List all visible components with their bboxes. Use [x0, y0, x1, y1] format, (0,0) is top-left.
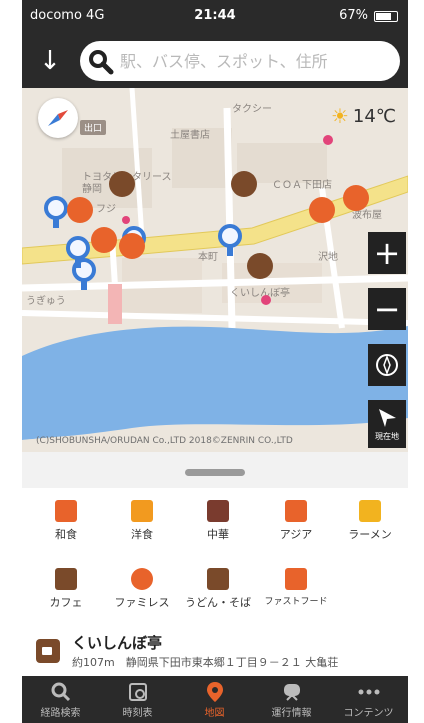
map-label: 波布屋 [352, 210, 382, 221]
category-washoku[interactable]: 和食 [28, 488, 104, 548]
chuka-icon [207, 500, 229, 522]
bezel-left [0, 0, 22, 723]
category-grid: 和食 洋食 中華 アジア ラーメン カフェ ファミレス うどん・そば ファストフ… [22, 488, 408, 628]
map-label: フジ [96, 204, 116, 215]
status-bar: docomo 4G 21:44 67% [22, 0, 408, 34]
zoom-out-button[interactable]: − [368, 288, 406, 330]
search-header: ↓ [22, 34, 408, 88]
tab-label: 運行情報 [271, 708, 312, 719]
minus-icon: − [373, 290, 401, 328]
collapse-arrow-icon[interactable]: ↓ [36, 46, 64, 76]
category-label: ラーメン [348, 528, 392, 541]
selected-spot-row[interactable]: くいしんぼ亭 約107m 静岡県下田市東本郷１丁目９－２１ 大亀荘 [22, 628, 408, 676]
map-label: うぎゅう [26, 296, 66, 307]
map-label: タクシー [232, 104, 272, 115]
current-location-button[interactable]: 現在地 [368, 400, 406, 448]
bezel-right [408, 0, 424, 723]
category-label: 中華 [207, 528, 229, 541]
tab-map[interactable]: 地図 [176, 676, 253, 723]
category-chuka[interactable]: 中華 [180, 488, 256, 548]
tab-timetable[interactable]: 時刻表 [99, 676, 176, 723]
category-fastfood[interactable]: ファストフード [258, 556, 334, 616]
spot-address: 約107m 静岡県下田市東本郷１丁目９－２１ 大亀荘 [72, 656, 339, 669]
more-dots-icon [358, 689, 379, 695]
category-label: ファミレス [114, 596, 170, 609]
udon-soba-icon [207, 568, 229, 590]
map-label: ＣＯＡ下田店 [272, 180, 332, 191]
compass-button[interactable] [368, 344, 406, 386]
fastfood-icon [285, 568, 307, 590]
category-label: カフェ [49, 596, 83, 609]
current-location-label: 現在地 [375, 431, 399, 441]
category-label: 洋食 [131, 528, 153, 541]
washoku-icon [55, 500, 77, 522]
map-label: 本町 [198, 252, 218, 263]
map-canvas [22, 88, 408, 452]
plus-icon: + [373, 234, 401, 272]
map-label: 土屋書店 [170, 130, 210, 141]
tab-label: 経路検索 [40, 708, 81, 719]
cafe-spot-icon [36, 639, 60, 663]
category-famires[interactable]: ファミレス [104, 556, 180, 616]
famires-icon [131, 568, 153, 590]
timetable-icon [128, 683, 147, 701]
search-box[interactable] [80, 41, 400, 81]
category-label: アジア [279, 528, 313, 541]
map-view[interactable]: 出口 土屋書店 タクシー トヨタレンタリース 静岡 フジ うぎゅう 本町 ＣＯＡ… [22, 88, 408, 452]
map-pin-icon [206, 682, 223, 702]
battery-percent: 67% [339, 8, 368, 23]
app-screen: docomo 4G 21:44 67% ↓ 駅、バス停、スポット、住所 出口 土… [22, 0, 408, 723]
battery-icon [374, 11, 398, 22]
yoshoku-icon [131, 500, 153, 522]
train-info-icon [283, 684, 300, 701]
spot-name: くいしんぼ亭 [72, 634, 163, 652]
compass-needle-icon [48, 110, 68, 126]
category-ramen[interactable]: ラーメン [332, 488, 408, 548]
weather-widget: ☀ 14℃ [331, 104, 396, 128]
location-arrow-icon [379, 408, 396, 427]
magnifier-icon [51, 682, 70, 702]
tab-route-search[interactable]: 経路検索 [22, 676, 99, 723]
category-udon-soba[interactable]: うどん・そば [180, 556, 256, 616]
map-label: くいしんぼ亭 [230, 288, 290, 299]
tab-bar: 経路検索 時刻表 地図 運行情報 コンテンツ [22, 676, 408, 723]
bottom-sheet-header[interactable] [22, 452, 408, 488]
category-label: 和食 [55, 528, 77, 541]
temperature: 14℃ [352, 105, 396, 127]
sheet-drag-handle[interactable] [185, 469, 245, 476]
category-asia[interactable]: アジア [258, 488, 334, 548]
map-copyright: (C)SHOBUNSHA/ORUDAN Co.,LTD 2018©ZENRIN … [36, 436, 293, 446]
ramen-icon [359, 500, 381, 522]
cafe-icon [55, 568, 77, 590]
exit-label: 出口 [80, 120, 107, 135]
compass-icon [376, 354, 398, 376]
map-label: 沢地 [318, 252, 338, 263]
tab-label: 時刻表 [122, 708, 153, 719]
category-yoshoku[interactable]: 洋食 [104, 488, 180, 548]
device-frame: docomo 4G 21:44 67% ↓ 駅、バス停、スポット、住所 出口 土… [0, 0, 424, 723]
category-label: うどん・そば [185, 596, 251, 609]
zoom-in-button[interactable]: + [368, 232, 406, 274]
search-input[interactable] [120, 47, 390, 75]
tab-label: コンテンツ [343, 708, 394, 719]
search-icon [89, 50, 114, 75]
category-cafe[interactable]: カフェ [28, 556, 104, 616]
asia-icon [285, 500, 307, 522]
category-label: ファストフード [264, 597, 328, 607]
tab-service-info[interactable]: 運行情報 [253, 676, 330, 723]
sun-icon: ☀ [330, 104, 349, 128]
tab-label: 地図 [204, 708, 225, 719]
map-label: 静岡 [82, 184, 102, 195]
tab-contents[interactable]: コンテンツ [330, 676, 407, 723]
map-orientation-button[interactable] [38, 98, 78, 138]
